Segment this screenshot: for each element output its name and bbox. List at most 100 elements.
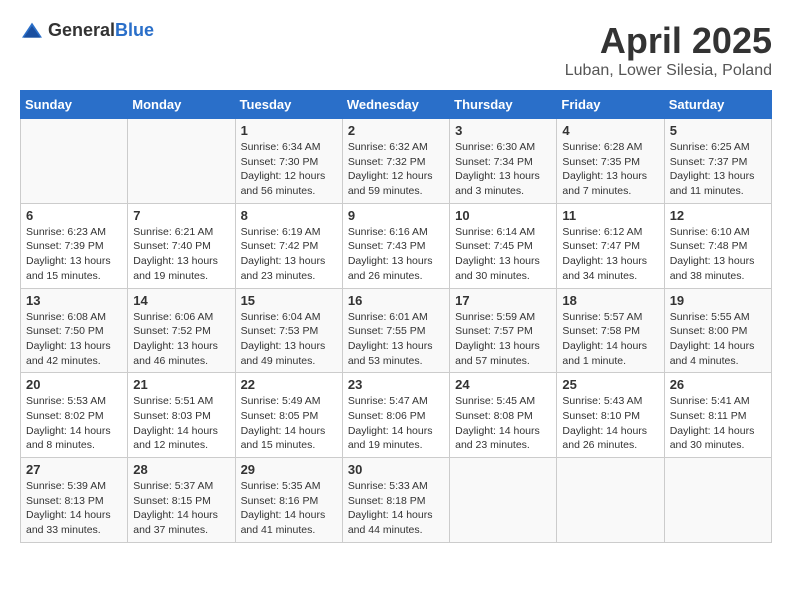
calendar-cell: 3 Sunrise: 6:30 AM Sunset: 7:34 PM Daylig… [450, 119, 557, 204]
day-info: Sunrise: 6:19 AM Sunset: 7:42 PM Dayligh… [241, 225, 337, 284]
calendar-header-row: Sunday Monday Tuesday Wednesday Thursday… [21, 91, 772, 119]
day-number: 23 [348, 377, 444, 392]
day-info: Sunrise: 6:06 AM Sunset: 7:52 PM Dayligh… [133, 310, 229, 369]
day-info: Sunrise: 6:25 AM Sunset: 7:37 PM Dayligh… [670, 140, 766, 199]
calendar-cell: 10Sunrise: 6:14 AM Sunset: 7:45 PM Dayli… [450, 203, 557, 288]
calendar-cell: 25 Sunrise: 5:43 AM Sunset: 8:10 PM Dayli… [557, 373, 664, 458]
calendar-cell: 16 Sunrise: 6:01 AM Sunset: 7:55 PM Dayli… [342, 288, 449, 373]
calendar-cell: 2Sunrise: 6:32 AM Sunset: 7:32 PM Daylig… [342, 119, 449, 204]
calendar-cell: 13Sunrise: 6:08 AM Sunset: 7:50 PM Dayli… [21, 288, 128, 373]
day-info: Sunrise: 6:12 AM Sunset: 7:47 PM Dayligh… [562, 225, 658, 284]
day-info: Sunrise: 5:49 AM Sunset: 8:05 PM Dayligh… [241, 394, 337, 453]
week-row-2: 6 Sunrise: 6:23 AM Sunset: 7:39 PM Daylig… [21, 203, 772, 288]
day-info: Sunrise: 6:23 AM Sunset: 7:39 PM Dayligh… [26, 225, 122, 284]
week-row-1: 1 Sunrise: 6:34 AM Sunset: 7:30 PM Daylig… [21, 119, 772, 204]
week-row-3: 13Sunrise: 6:08 AM Sunset: 7:50 PM Dayli… [21, 288, 772, 373]
day-info: Sunrise: 5:41 AM Sunset: 8:11 PM Dayligh… [670, 394, 766, 453]
day-info: Sunrise: 5:45 AM Sunset: 8:08 PM Dayligh… [455, 394, 551, 453]
calendar-cell: 26 Sunrise: 5:41 AM Sunset: 8:11 PM Dayli… [664, 373, 771, 458]
calendar-cell: 29 Sunrise: 5:35 AM Sunset: 8:16 PM Dayli… [235, 458, 342, 543]
day-number: 29 [241, 462, 337, 477]
header-friday: Friday [557, 91, 664, 119]
day-number: 13 [26, 293, 122, 308]
day-number: 4 [562, 123, 658, 138]
day-number: 14 [133, 293, 229, 308]
calendar-cell: 8 Sunrise: 6:19 AM Sunset: 7:42 PM Daylig… [235, 203, 342, 288]
day-info: Sunrise: 6:34 AM Sunset: 7:30 PM Dayligh… [241, 140, 337, 199]
calendar-cell: 24 Sunrise: 5:45 AM Sunset: 8:08 PM Dayli… [450, 373, 557, 458]
calendar-cell: 12 Sunrise: 6:10 AM Sunset: 7:48 PM Dayli… [664, 203, 771, 288]
day-number: 25 [562, 377, 658, 392]
header-wednesday: Wednesday [342, 91, 449, 119]
day-info: Sunrise: 6:04 AM Sunset: 7:53 PM Dayligh… [241, 310, 337, 369]
header-saturday: Saturday [664, 91, 771, 119]
page-header: GeneralBlue April 2025 Luban, Lower Sile… [20, 20, 772, 80]
day-info: Sunrise: 5:55 AM Sunset: 8:00 PM Dayligh… [670, 310, 766, 369]
calendar-cell: 11 Sunrise: 6:12 AM Sunset: 7:47 PM Dayli… [557, 203, 664, 288]
day-info: Sunrise: 5:51 AM Sunset: 8:03 PM Dayligh… [133, 394, 229, 453]
day-number: 8 [241, 208, 337, 223]
calendar-cell: 20Sunrise: 5:53 AM Sunset: 8:02 PM Dayli… [21, 373, 128, 458]
title-section: April 2025 Luban, Lower Silesia, Poland [565, 20, 772, 80]
day-number: 19 [670, 293, 766, 308]
day-number: 15 [241, 293, 337, 308]
day-number: 20 [26, 377, 122, 392]
day-info: Sunrise: 6:32 AM Sunset: 7:32 PM Dayligh… [348, 140, 444, 199]
day-number: 16 [348, 293, 444, 308]
day-number: 7 [133, 208, 229, 223]
logo-blue: Blue [115, 20, 154, 40]
logo-icon [20, 21, 44, 41]
header-tuesday: Tuesday [235, 91, 342, 119]
calendar-cell: 7 Sunrise: 6:21 AM Sunset: 7:40 PM Daylig… [128, 203, 235, 288]
logo: GeneralBlue [20, 20, 154, 41]
calendar-cell: 1 Sunrise: 6:34 AM Sunset: 7:30 PM Daylig… [235, 119, 342, 204]
day-number: 30 [348, 462, 444, 477]
calendar-cell: 22Sunrise: 5:49 AM Sunset: 8:05 PM Dayli… [235, 373, 342, 458]
day-number: 21 [133, 377, 229, 392]
day-number: 10 [455, 208, 551, 223]
day-info: Sunrise: 6:30 AM Sunset: 7:34 PM Dayligh… [455, 140, 551, 199]
day-info: Sunrise: 6:01 AM Sunset: 7:55 PM Dayligh… [348, 310, 444, 369]
calendar-table: Sunday Monday Tuesday Wednesday Thursday… [20, 90, 772, 543]
header-sunday: Sunday [21, 91, 128, 119]
header-monday: Monday [128, 91, 235, 119]
calendar-cell [21, 119, 128, 204]
day-info: Sunrise: 6:21 AM Sunset: 7:40 PM Dayligh… [133, 225, 229, 284]
day-info: Sunrise: 6:16 AM Sunset: 7:43 PM Dayligh… [348, 225, 444, 284]
day-number: 3 [455, 123, 551, 138]
day-info: Sunrise: 5:37 AM Sunset: 8:15 PM Dayligh… [133, 479, 229, 538]
day-number: 11 [562, 208, 658, 223]
day-number: 28 [133, 462, 229, 477]
calendar-cell [664, 458, 771, 543]
calendar-cell: 23 Sunrise: 5:47 AM Sunset: 8:06 PM Dayli… [342, 373, 449, 458]
day-number: 27 [26, 462, 122, 477]
calendar-cell: 18 Sunrise: 5:57 AM Sunset: 7:58 PM Dayli… [557, 288, 664, 373]
day-number: 17 [455, 293, 551, 308]
day-info: Sunrise: 6:10 AM Sunset: 7:48 PM Dayligh… [670, 225, 766, 284]
calendar-cell: 30Sunrise: 5:33 AM Sunset: 8:18 PM Dayli… [342, 458, 449, 543]
day-info: Sunrise: 5:57 AM Sunset: 7:58 PM Dayligh… [562, 310, 658, 369]
day-number: 12 [670, 208, 766, 223]
day-number: 1 [241, 123, 337, 138]
calendar-cell: 17Sunrise: 5:59 AM Sunset: 7:57 PM Dayli… [450, 288, 557, 373]
logo-general: General [48, 20, 115, 40]
day-number: 26 [670, 377, 766, 392]
day-info: Sunrise: 5:47 AM Sunset: 8:06 PM Dayligh… [348, 394, 444, 453]
calendar-cell [557, 458, 664, 543]
day-number: 6 [26, 208, 122, 223]
location-title: Luban, Lower Silesia, Poland [565, 62, 772, 80]
calendar-cell: 9 Sunrise: 6:16 AM Sunset: 7:43 PM Daylig… [342, 203, 449, 288]
calendar-cell: 4Sunrise: 6:28 AM Sunset: 7:35 PM Daylig… [557, 119, 664, 204]
calendar-cell: 6 Sunrise: 6:23 AM Sunset: 7:39 PM Daylig… [21, 203, 128, 288]
day-number: 24 [455, 377, 551, 392]
day-number: 18 [562, 293, 658, 308]
day-info: Sunrise: 5:43 AM Sunset: 8:10 PM Dayligh… [562, 394, 658, 453]
calendar-cell [450, 458, 557, 543]
calendar-cell: 15 Sunrise: 6:04 AM Sunset: 7:53 PM Dayli… [235, 288, 342, 373]
day-info: Sunrise: 5:39 AM Sunset: 8:13 PM Dayligh… [26, 479, 122, 538]
calendar-cell: 21 Sunrise: 5:51 AM Sunset: 8:03 PM Dayli… [128, 373, 235, 458]
day-info: Sunrise: 5:35 AM Sunset: 8:16 PM Dayligh… [241, 479, 337, 538]
month-title: April 2025 [565, 20, 772, 62]
day-number: 9 [348, 208, 444, 223]
calendar-cell: 5Sunrise: 6:25 AM Sunset: 7:37 PM Daylig… [664, 119, 771, 204]
